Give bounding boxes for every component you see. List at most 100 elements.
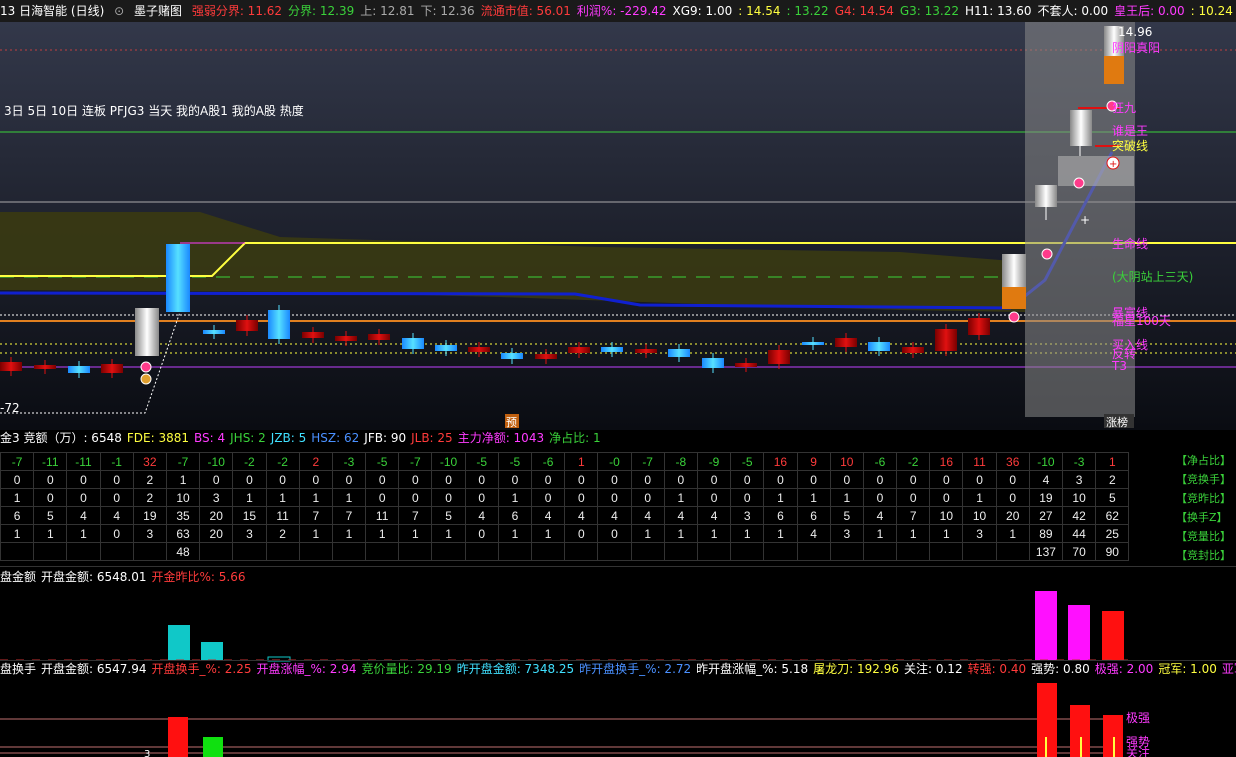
open-turnover-panel[interactable]: 盘换手 开盘金额: 6547.94 开盘换手_%: 2.25 开盘涨幅_%: 2.94… (0, 660, 1236, 757)
topbar-item: 下: 12.36 (420, 4, 475, 18)
candle-big-grey[interactable] (135, 308, 159, 356)
table-cell: -10 (1028, 452, 1064, 471)
table-cell (862, 542, 898, 561)
topbar-item: 上: 12.81 (360, 4, 415, 18)
table-cell: 4 (796, 524, 831, 543)
table-cell: 9 (796, 452, 831, 471)
table-cell: 20 (199, 524, 234, 543)
theme-icon[interactable]: ⊙ (114, 0, 124, 22)
table-cell: 16 (763, 452, 798, 471)
table-cell (564, 542, 599, 561)
table-cell: -5 (730, 452, 765, 471)
table-cell: 0 (730, 488, 765, 507)
open-amount-bars (0, 591, 1130, 662)
table-cell: 1 (796, 488, 831, 507)
moneybag-icon[interactable] (140, 373, 152, 385)
table-cell: 70 (1061, 542, 1097, 561)
table-cell: -3 (1061, 452, 1097, 471)
table-cell: 1 (431, 524, 466, 543)
smiley-icon[interactable] (1041, 248, 1053, 260)
bar-mark (1045, 737, 1047, 757)
table-cell (929, 542, 964, 561)
stock-title[interactable]: 13 日海智能 (日线) (0, 0, 104, 22)
candlestick-chart[interactable]: + + 14.96 -72 3日 5日 10日 连板 PFJG3 当天 我的A股… (0, 22, 1236, 430)
price-low-label: -72 (0, 401, 20, 415)
table-cell: 0 (431, 488, 466, 507)
indicator_row-item: JHS: 2 (230, 431, 266, 445)
bar (1068, 605, 1090, 661)
candle-right-3[interactable] (1070, 110, 1092, 146)
table-cell: 20 (995, 506, 1030, 525)
table-cell: 6 (497, 506, 533, 525)
table-cell: 2 (132, 470, 167, 489)
topbar-item: : 13.22 (786, 4, 829, 18)
table-cell: 0 (896, 470, 931, 489)
table-cell: 2 (298, 452, 333, 471)
smiley-icon[interactable] (1008, 311, 1020, 323)
chart-label: 谁是王 (1112, 124, 1148, 138)
period-tabs[interactable]: 3日 5日 10日 连板 PFJG3 当天 我的A股1 我的A股 热度 (4, 103, 304, 118)
smiley-icon[interactable] (140, 361, 152, 373)
data-grid: -7 -11 -11 -1 32 -7 -10 -2 -2 2 -3 -5 -7 -10 -5 -5 -6 1 -0… (0, 452, 1130, 561)
table-cell (696, 542, 732, 561)
table-cell: 3 (730, 506, 765, 525)
table-cell: -7 (630, 452, 665, 471)
candle-right-4-orange (1104, 56, 1124, 84)
table-cell: 0 (199, 470, 234, 489)
table-cell: 1 (265, 488, 300, 507)
smiley-icon[interactable] (1073, 177, 1085, 189)
grid-row-label: 【竞量比】 (1176, 530, 1231, 543)
grid-row-label: 【竞昨比】 (1176, 492, 1231, 505)
table-cell (331, 542, 367, 561)
table-cell: 0 (862, 470, 898, 489)
table-cell: 19 (1028, 488, 1064, 507)
candle-big-cyan[interactable] (166, 244, 190, 312)
table-cell: 0 (331, 470, 367, 489)
table-cell: 1 (331, 488, 367, 507)
table-cell: 1 (663, 524, 698, 543)
candle-right-1-orange (1002, 287, 1026, 309)
open-amount-panel[interactable]: 盘金额 开盘金额: 6548.01 开金昨比%: 5.66 (0, 566, 1236, 662)
table-cell: 0 (99, 524, 134, 543)
table-cell: 1 (66, 524, 101, 543)
table-cell: 62 (1095, 506, 1130, 525)
table-cell: -5 (497, 452, 533, 471)
table-cell: 0 (66, 470, 101, 489)
table-cell: -10 (431, 452, 466, 471)
topbar-item: : 14.54 (738, 4, 781, 18)
table-cell: 90 (1095, 542, 1130, 561)
indicator_row-item: JZB: 5 (270, 431, 307, 445)
table-cell: 15 (232, 506, 267, 525)
table-cell: 1 (995, 524, 1030, 543)
grid-row-label: 【净占比】 (1176, 454, 1231, 467)
table-cell: 5 (33, 506, 68, 525)
table-cell: -8 (663, 452, 698, 471)
table-cell: 137 (1028, 542, 1064, 561)
table-cell: 1 (365, 524, 400, 543)
table-cell: 11 (265, 506, 300, 525)
table-cell: 19 (132, 506, 167, 525)
price-chart[interactable]: + + 14.96 -72 3日 5日 10日 连板 PFJG3 当天 我的A股… (0, 22, 1236, 430)
table-cell (431, 542, 466, 561)
table-cell: 3 (132, 524, 167, 543)
bar (201, 642, 223, 661)
table-cell: 4 (862, 506, 898, 525)
table-cell (497, 542, 533, 561)
theme-name[interactable]: 墨子赌图 (134, 0, 182, 22)
table-cell: 1 (298, 524, 333, 543)
table-cell: 0 (630, 470, 665, 489)
table-cell: 0 (99, 470, 134, 489)
table-cell: 44 (1061, 524, 1097, 543)
table-cell (398, 542, 433, 561)
table-cell: 0 (0, 470, 35, 489)
table-cell: 1 (232, 488, 267, 507)
chart-label: 生命线 (1112, 236, 1148, 251)
table-cell: 0 (431, 470, 466, 489)
label-attention: 关注 (1126, 745, 1150, 757)
bar (203, 737, 223, 757)
bar (168, 625, 190, 661)
table-cell: 4 (464, 506, 499, 525)
candle-right-2[interactable] (1035, 185, 1057, 207)
table-cell: 1 (730, 524, 765, 543)
table-cell (962, 542, 997, 561)
